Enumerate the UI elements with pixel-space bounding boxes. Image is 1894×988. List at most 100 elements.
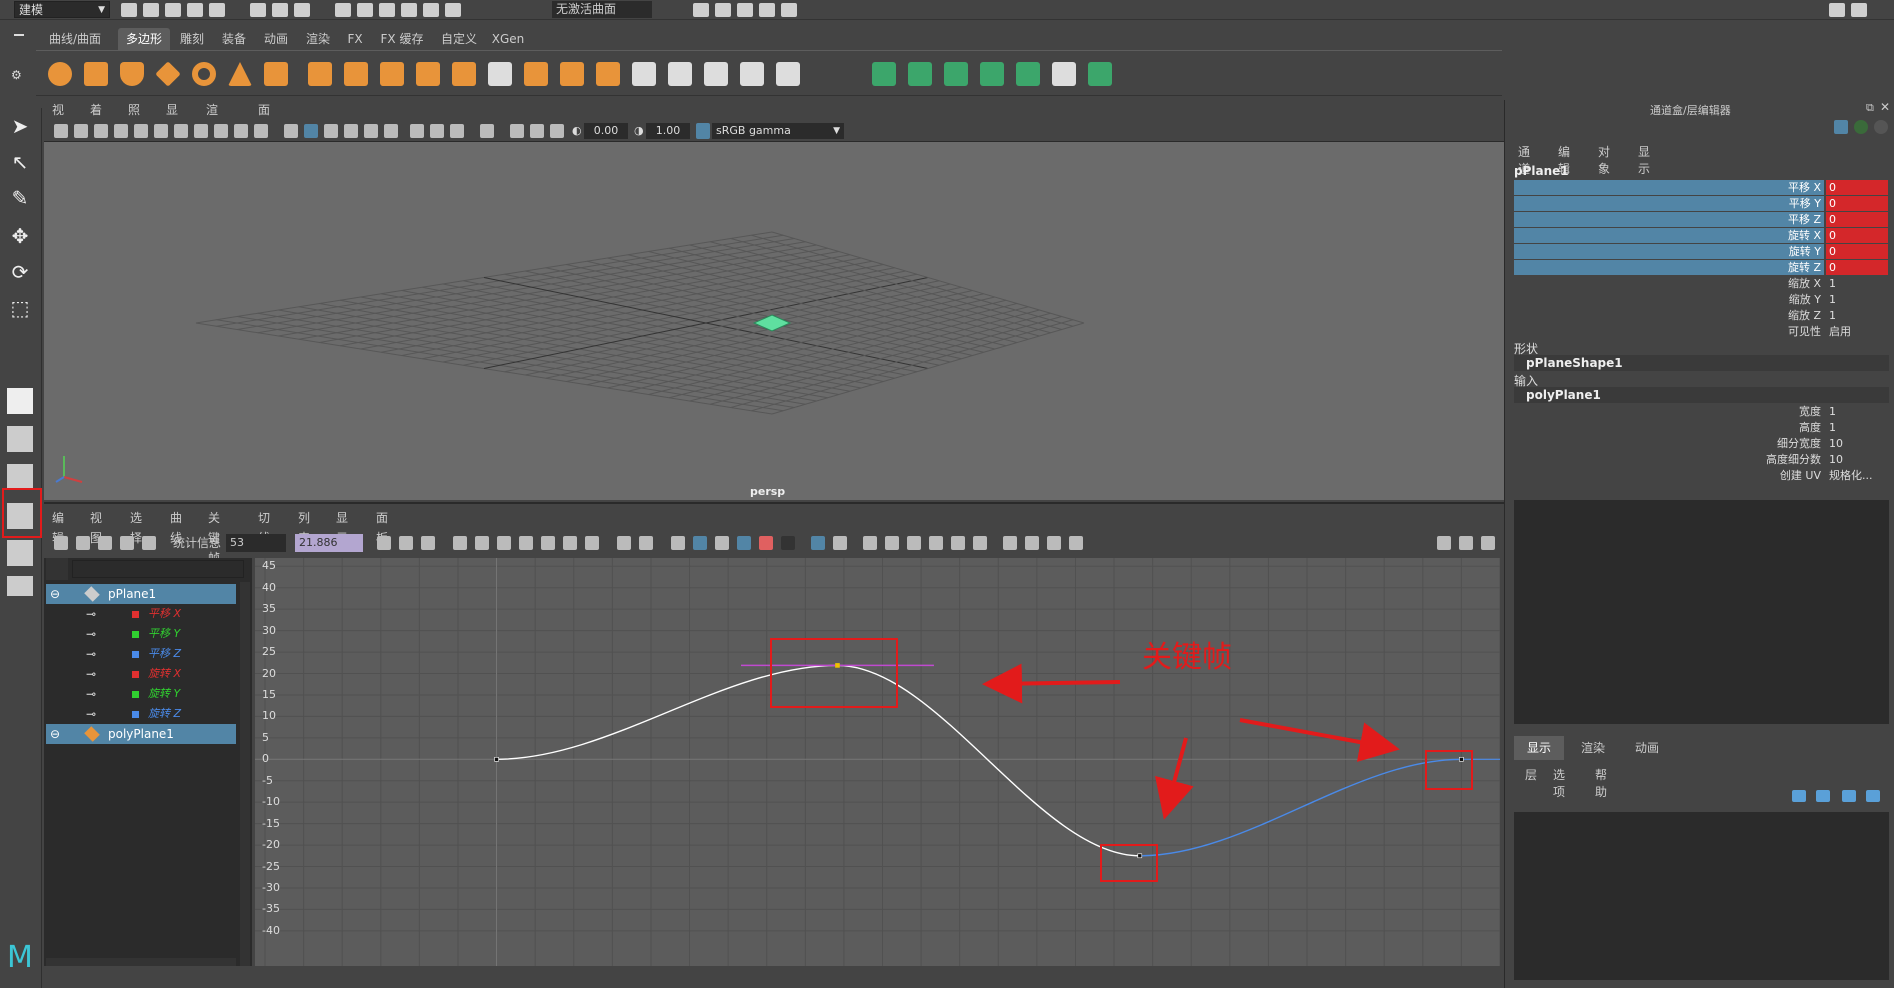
checker-icon[interactable] <box>1052 62 1076 86</box>
scale-tool-icon[interactable]: ⬚ <box>6 294 34 322</box>
frame-selection-icon[interactable] <box>399 536 413 550</box>
hypershade-layout-icon[interactable] <box>7 576 33 596</box>
single-view-layout-icon[interactable] <box>7 388 33 414</box>
input-attribute-row[interactable]: 创建 UV 规格化... <box>1514 468 1889 483</box>
attribute-row[interactable]: 平移 X0 <box>1514 180 1889 195</box>
attribute-label[interactable]: 高度细分数 <box>1514 452 1824 467</box>
smooth-icon[interactable] <box>416 62 440 86</box>
poly-torus-icon[interactable] <box>192 62 216 86</box>
paint-select-tool-icon[interactable]: ✎ <box>6 184 34 212</box>
new-layer-selected-icon[interactable] <box>1866 790 1880 802</box>
lights-icon[interactable] <box>344 124 358 138</box>
snap-curve-icon[interactable] <box>356 3 373 17</box>
region-tool-icon[interactable] <box>120 536 134 550</box>
channel-key-icon[interactable]: ⊸ <box>86 704 96 724</box>
smooth-shade-icon[interactable] <box>304 124 318 138</box>
normalize-icon[interactable] <box>781 536 795 550</box>
outliner-filter-icon[interactable] <box>46 558 68 580</box>
hypergraph-icon[interactable] <box>1069 536 1083 550</box>
camera-icon[interactable] <box>54 124 68 138</box>
select-tool-icon[interactable]: ➤ <box>6 112 34 140</box>
view-transform-icon[interactable] <box>550 124 564 138</box>
layer-move-down-icon[interactable] <box>1816 790 1830 802</box>
outliner-search-input[interactable] <box>72 560 244 578</box>
attribute-value[interactable]: 1 <box>1826 292 1888 307</box>
load-selected-icon[interactable] <box>833 536 847 550</box>
attribute-label[interactable]: 旋转 X <box>1514 228 1824 243</box>
shelf-tab-rendering[interactable]: 渲染 <box>298 28 338 50</box>
outliner-scrollbar[interactable] <box>240 582 250 968</box>
attribute-label[interactable]: 可见性 <box>1514 324 1824 339</box>
ge-layout-icon[interactable] <box>1481 536 1495 550</box>
perspective-viewport[interactable] <box>44 142 1504 500</box>
trax-icon[interactable] <box>1025 536 1039 550</box>
retime-tool-icon[interactable] <box>142 536 156 550</box>
merge-icon[interactable] <box>740 62 764 86</box>
channel-key-icon[interactable]: ⊸ <box>86 604 96 624</box>
attribute-label[interactable]: 旋转 Y <box>1514 244 1824 259</box>
bevel-icon[interactable] <box>596 62 620 86</box>
resolution-gate-icon[interactable] <box>174 124 188 138</box>
shelf-tab-animation[interactable]: 动画 <box>256 28 296 50</box>
extrude-icon[interactable] <box>560 62 584 86</box>
plateau-tangent-icon[interactable] <box>585 536 599 550</box>
ge-settings-icon[interactable] <box>1459 536 1473 550</box>
snapshot-icon[interactable] <box>759 536 773 550</box>
outliner-channel-row[interactable]: ⊸ 平移 Y <box>46 624 236 644</box>
target-weld-icon[interactable] <box>704 62 728 86</box>
channel-key-icon[interactable]: ⊸ <box>86 624 96 644</box>
auto-tangent-icon[interactable] <box>453 536 467 550</box>
input-node[interactable]: polyPlane1 <box>1514 387 1889 403</box>
outliner-channel-row[interactable]: ⊸ 旋转 Z <box>46 704 236 724</box>
undo-icon[interactable] <box>187 3 203 17</box>
lasso-tool-icon[interactable]: ↖ <box>6 148 34 176</box>
shelf-tab-xgen[interactable]: XGen <box>486 28 530 50</box>
gamma-field[interactable]: 1.00 <box>646 123 690 139</box>
layer-tab-display[interactable]: 显示 <box>1514 736 1564 760</box>
close-icon[interactable]: ✕ <box>1880 100 1890 114</box>
time-editor-icon[interactable] <box>1047 536 1061 550</box>
shelf-tab-custom[interactable]: 自定义 <box>434 28 484 50</box>
outliner-object-row[interactable]: ⊖ polyPlane1 <box>46 724 236 744</box>
attribute-value[interactable]: 1 <box>1826 404 1888 419</box>
cb-key-icon[interactable] <box>1874 120 1888 134</box>
collapse-icon[interactable]: ⊖ <box>50 584 60 604</box>
mode-selector[interactable]: 建模 ▼ <box>14 1 110 18</box>
ipr-render-icon[interactable] <box>737 3 753 17</box>
unify-tangent-icon[interactable] <box>639 536 653 550</box>
attribute-label[interactable]: 缩放 X <box>1514 276 1824 291</box>
wireframe-icon[interactable] <box>284 124 298 138</box>
snap-surface-icon[interactable] <box>422 3 439 17</box>
side-layout-icon[interactable] <box>7 464 33 490</box>
redo-icon[interactable] <box>209 3 225 17</box>
fill-hole-icon[interactable] <box>776 62 800 86</box>
plane-object[interactable] <box>752 314 792 332</box>
attribute-value[interactable]: 10 <box>1826 452 1888 467</box>
shadows-icon[interactable] <box>364 124 378 138</box>
select-component-icon[interactable] <box>293 3 310 17</box>
attribute-value[interactable]: 启用 <box>1826 324 1888 339</box>
outliner-channel-row[interactable]: ⊸ 旋转 X <box>46 664 236 684</box>
outliner-object-row[interactable]: ⊖ pPlane1 <box>46 584 236 604</box>
dope-sheet-icon[interactable] <box>1003 536 1017 550</box>
color-management-icon[interactable] <box>696 123 710 139</box>
layer-menu-help[interactable]: 帮助 <box>1595 766 1607 800</box>
open-scene-icon[interactable] <box>143 3 159 17</box>
make-live-icon[interactable] <box>444 3 461 17</box>
attribute-label[interactable]: 细分宽度 <box>1514 436 1824 451</box>
move-key-icon[interactable] <box>54 536 68 550</box>
poly-plane-icon[interactable] <box>155 61 181 87</box>
settings-icon[interactable] <box>1851 3 1867 17</box>
shelf-tab-curves[interactable]: 曲线/曲面 <box>36 28 114 50</box>
step-tangent-icon[interactable] <box>563 536 577 550</box>
channel-key-icon[interactable]: ⊸ <box>86 684 96 704</box>
isolate-icon[interactable] <box>410 124 424 138</box>
stacked-curves-icon[interactable] <box>951 536 965 550</box>
move-tool-icon[interactable]: ✥ <box>6 222 34 250</box>
attribute-label[interactable]: 宽度 <box>1514 404 1824 419</box>
graph-editor-canvas[interactable] <box>255 558 1500 966</box>
shelf-gear-icon[interactable]: ⚙ <box>11 68 22 82</box>
animation-curve-graph[interactable] <box>255 558 1500 966</box>
input-attribute-row[interactable]: 高度 1 <box>1514 420 1889 435</box>
attribute-row[interactable]: 缩放 Z1 <box>1514 308 1889 323</box>
